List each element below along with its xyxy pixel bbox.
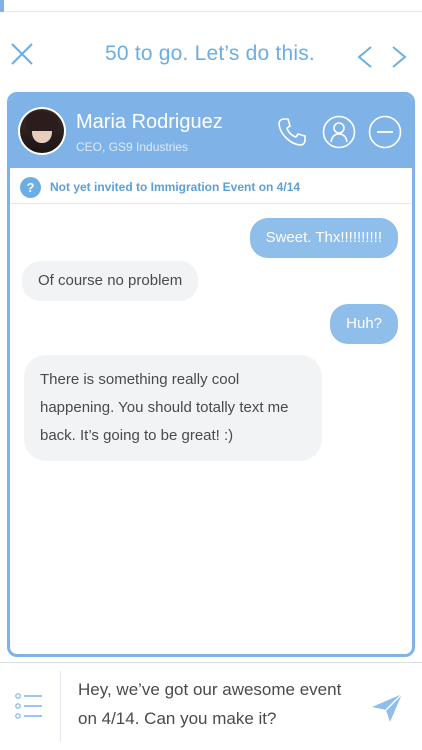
minus-circle-icon[interactable] <box>368 115 402 149</box>
invite-notice-text: Not yet invited to Immigration Event on … <box>50 180 301 194</box>
contact-header: Maria Rodriguez CEO, GS9 Industries <box>10 95 412 168</box>
message-composer <box>0 662 422 750</box>
page-title: 50 to go. Let’s do this. <box>105 42 315 65</box>
conversation-card: Maria Rodriguez CEO, GS9 Industries ? No… <box>7 92 415 657</box>
list-icon[interactable] <box>14 691 44 721</box>
invite-notice: ? Not yet invited to Immigration Event o… <box>10 171 412 204</box>
phone-icon[interactable] <box>275 115 309 149</box>
message-input[interactable] <box>78 675 350 739</box>
message-bubble-incoming: There is something really cool happening… <box>24 355 322 461</box>
chevron-left-icon[interactable] <box>354 44 376 70</box>
profile-icon[interactable] <box>322 115 356 149</box>
composer-divider <box>60 671 61 741</box>
chevron-right-icon[interactable] <box>388 44 410 70</box>
top-bar: 50 to go. Let’s do this. <box>0 30 422 82</box>
help-icon[interactable]: ? <box>20 177 41 198</box>
avatar-photo <box>20 109 64 153</box>
close-icon[interactable] <box>8 40 36 68</box>
message-bubble-outgoing: Huh? <box>330 304 398 344</box>
message-bubble-outgoing: Sweet. Thx!!!!!!!!!! <box>249 218 398 258</box>
progress-bar <box>0 0 422 12</box>
message-bubble-incoming: Of course no problem <box>22 261 199 301</box>
avatar[interactable] <box>18 107 66 155</box>
progress-fill <box>0 0 4 12</box>
contact-subtitle: CEO, GS9 Industries <box>76 140 189 154</box>
contact-name: Maria Rodriguez <box>76 111 223 133</box>
send-icon[interactable] <box>370 691 404 725</box>
